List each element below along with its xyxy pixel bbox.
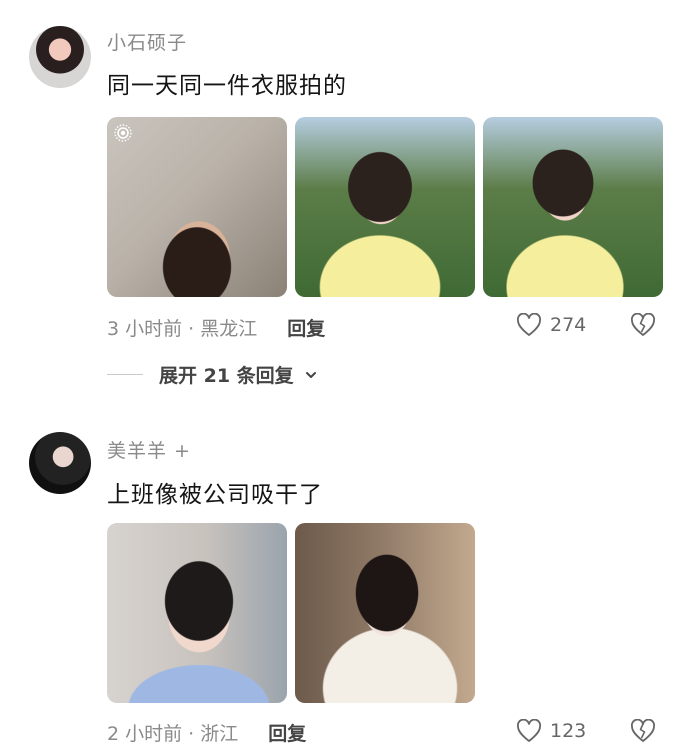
comment-photos: [107, 117, 663, 297]
expand-divider: [107, 374, 143, 375]
heart-outline-icon: [517, 313, 541, 336]
broken-heart-icon[interactable]: [630, 719, 656, 743]
expand-replies-button[interactable]: 展开 21 条回复: [107, 361, 318, 388]
heart-outline-icon: [517, 719, 541, 742]
comment-username[interactable]: 小石硕子: [107, 28, 187, 55]
comment-text: 同一天同一件衣服拍的: [107, 73, 347, 99]
like-button[interactable]: 123: [516, 719, 586, 743]
like-count: 274: [550, 314, 587, 336]
live-photo-icon: [114, 124, 132, 142]
comment-photo[interactable]: [107, 117, 287, 297]
comment-photo[interactable]: [107, 523, 287, 703]
comment-photo[interactable]: [295, 523, 475, 703]
chevron-down-icon: [305, 371, 316, 378]
comment-username[interactable]: 美羊羊 +: [107, 436, 191, 463]
comment-meta: 3 小时前 · 黑龙江 回复: [107, 314, 325, 341]
comment-photos: [107, 523, 475, 703]
comment-item: 美羊羊 + 上班像被公司吸干了 2 小时前 · 浙江 回复 123: [0, 410, 690, 753]
avatar[interactable]: [29, 432, 91, 494]
like-button[interactable]: 274: [516, 313, 586, 337]
comment-time-location: 3 小时前 · 黑龙江: [107, 318, 258, 340]
avatar[interactable]: [29, 26, 91, 88]
comment-item: 小石硕子 同一天同一件衣服拍的 3 小时前 · 黑龙江 回复 274 展开 21…: [0, 0, 690, 400]
comment-text: 上班像被公司吸干了: [107, 482, 323, 508]
comment-photo[interactable]: [295, 117, 475, 297]
reply-button[interactable]: 回复: [268, 719, 306, 746]
comment-meta: 2 小时前 · 浙江 回复: [107, 719, 306, 746]
broken-heart-icon[interactable]: [630, 313, 656, 337]
reply-button[interactable]: 回复: [287, 314, 325, 341]
like-count: 123: [550, 720, 587, 742]
comment-time-location: 2 小时前 · 浙江: [107, 723, 239, 745]
expand-replies-label: 展开 21 条回复: [159, 365, 294, 387]
comment-photo[interactable]: [483, 117, 663, 297]
